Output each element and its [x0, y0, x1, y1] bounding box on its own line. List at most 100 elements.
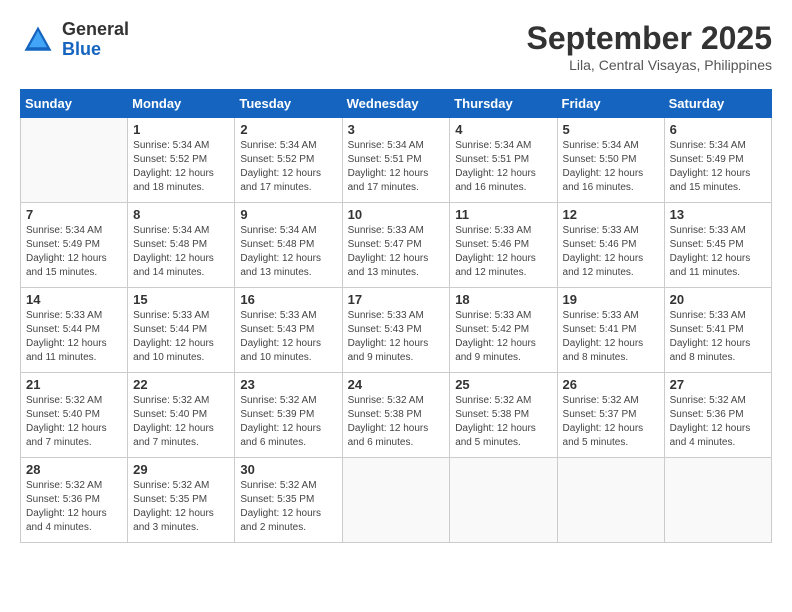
logo-text: General Blue	[62, 20, 129, 60]
day-info: Sunrise: 5:33 AM Sunset: 5:45 PM Dayligh…	[670, 224, 766, 280]
day-number: 18	[455, 292, 551, 307]
calendar-cell	[342, 458, 450, 543]
day-info: Sunrise: 5:33 AM Sunset: 5:44 PM Dayligh…	[26, 309, 122, 365]
day-info: Sunrise: 5:33 AM Sunset: 5:41 PM Dayligh…	[563, 309, 659, 365]
calendar-cell: 19 Sunrise: 5:33 AM Sunset: 5:41 PM Dayli…	[557, 288, 664, 373]
calendar-week-row: 28 Sunrise: 5:32 AM Sunset: 5:36 PM Dayli…	[21, 458, 772, 543]
day-number: 1	[133, 122, 229, 137]
day-number: 29	[133, 462, 229, 477]
title-block: September 2025 Lila, Central Visayas, Ph…	[527, 20, 772, 73]
calendar-cell	[664, 458, 771, 543]
calendar-cell: 14 Sunrise: 5:33 AM Sunset: 5:44 PM Dayli…	[21, 288, 128, 373]
day-number: 5	[563, 122, 659, 137]
logo: General Blue	[20, 20, 129, 60]
day-number: 2	[240, 122, 336, 137]
calendar-cell	[21, 118, 128, 203]
day-info: Sunrise: 5:32 AM Sunset: 5:38 PM Dayligh…	[348, 394, 445, 450]
calendar-week-row: 14 Sunrise: 5:33 AM Sunset: 5:44 PM Dayli…	[21, 288, 772, 373]
day-info: Sunrise: 5:33 AM Sunset: 5:46 PM Dayligh…	[563, 224, 659, 280]
weekday-header: Tuesday	[235, 90, 342, 118]
day-number: 6	[670, 122, 766, 137]
calendar-cell: 4 Sunrise: 5:34 AM Sunset: 5:51 PM Daylig…	[450, 118, 557, 203]
logo-icon	[20, 22, 56, 58]
calendar-cell: 21 Sunrise: 5:32 AM Sunset: 5:40 PM Dayli…	[21, 373, 128, 458]
day-info: Sunrise: 5:33 AM Sunset: 5:44 PM Dayligh…	[133, 309, 229, 365]
calendar-cell: 16 Sunrise: 5:33 AM Sunset: 5:43 PM Dayli…	[235, 288, 342, 373]
page-header: General Blue September 2025 Lila, Centra…	[20, 20, 772, 73]
day-number: 7	[26, 207, 122, 222]
calendar-cell: 5 Sunrise: 5:34 AM Sunset: 5:50 PM Daylig…	[557, 118, 664, 203]
day-info: Sunrise: 5:34 AM Sunset: 5:50 PM Dayligh…	[563, 139, 659, 195]
calendar-cell: 15Sunrise: 5:33 AM Sunset: 5:44 PM Dayli…	[128, 288, 235, 373]
calendar-cell: 23 Sunrise: 5:32 AM Sunset: 5:39 PM Dayli…	[235, 373, 342, 458]
day-info: Sunrise: 5:34 AM Sunset: 5:48 PM Dayligh…	[240, 224, 336, 280]
day-info: Sunrise: 5:32 AM Sunset: 5:40 PM Dayligh…	[133, 394, 229, 450]
calendar-cell: 29 Sunrise: 5:32 AM Sunset: 5:35 PM Dayli…	[128, 458, 235, 543]
day-info: Sunrise: 5:34 AM Sunset: 5:51 PM Dayligh…	[455, 139, 551, 195]
calendar-cell: 17Sunrise: 5:33 AM Sunset: 5:43 PM Dayli…	[342, 288, 450, 373]
calendar-cell: 20Sunrise: 5:33 AM Sunset: 5:41 PM Dayli…	[664, 288, 771, 373]
day-number: 9	[240, 207, 336, 222]
day-info: Sunrise: 5:32 AM Sunset: 5:35 PM Dayligh…	[133, 479, 229, 535]
day-info: Sunrise: 5:32 AM Sunset: 5:35 PM Dayligh…	[240, 479, 336, 535]
calendar-cell: 9 Sunrise: 5:34 AM Sunset: 5:48 PM Daylig…	[235, 203, 342, 288]
calendar-cell: 18Sunrise: 5:33 AM Sunset: 5:42 PM Dayli…	[450, 288, 557, 373]
day-number: 16	[240, 292, 336, 307]
day-number: 3	[348, 122, 445, 137]
weekday-header: Sunday	[21, 90, 128, 118]
day-number: 28	[26, 462, 122, 477]
calendar-cell: 12 Sunrise: 5:33 AM Sunset: 5:46 PM Dayli…	[557, 203, 664, 288]
calendar-cell: 6 Sunrise: 5:34 AM Sunset: 5:49 PM Daylig…	[664, 118, 771, 203]
calendar-cell: 8 Sunrise: 5:34 AM Sunset: 5:48 PM Daylig…	[128, 203, 235, 288]
day-info: Sunrise: 5:34 AM Sunset: 5:51 PM Dayligh…	[348, 139, 445, 195]
day-info: Sunrise: 5:34 AM Sunset: 5:48 PM Dayligh…	[133, 224, 229, 280]
day-number: 14	[26, 292, 122, 307]
calendar-cell: 24 Sunrise: 5:32 AM Sunset: 5:38 PM Dayli…	[342, 373, 450, 458]
day-number: 24	[348, 377, 445, 392]
day-info: Sunrise: 5:32 AM Sunset: 5:40 PM Dayligh…	[26, 394, 122, 450]
day-info: Sunrise: 5:33 AM Sunset: 5:47 PM Dayligh…	[348, 224, 445, 280]
day-info: Sunrise: 5:33 AM Sunset: 5:43 PM Dayligh…	[348, 309, 445, 365]
location-subtitle: Lila, Central Visayas, Philippines	[527, 57, 772, 73]
calendar-cell: 30 Sunrise: 5:32 AM Sunset: 5:35 PM Dayli…	[235, 458, 342, 543]
day-number: 26	[563, 377, 659, 392]
day-number: 4	[455, 122, 551, 137]
weekday-header: Wednesday	[342, 90, 450, 118]
day-info: Sunrise: 5:34 AM Sunset: 5:52 PM Dayligh…	[133, 139, 229, 195]
day-number: 11	[455, 207, 551, 222]
day-number: 20	[670, 292, 766, 307]
day-info: Sunrise: 5:32 AM Sunset: 5:36 PM Dayligh…	[26, 479, 122, 535]
weekday-header: Monday	[128, 90, 235, 118]
weekday-header: Thursday	[450, 90, 557, 118]
day-info: Sunrise: 5:32 AM Sunset: 5:39 PM Dayligh…	[240, 394, 336, 450]
weekday-header: Saturday	[664, 90, 771, 118]
calendar-cell	[450, 458, 557, 543]
calendar-cell: 13Sunrise: 5:33 AM Sunset: 5:45 PM Dayli…	[664, 203, 771, 288]
day-info: Sunrise: 5:32 AM Sunset: 5:36 PM Dayligh…	[670, 394, 766, 450]
calendar-cell: 2 Sunrise: 5:34 AM Sunset: 5:52 PM Daylig…	[235, 118, 342, 203]
calendar-cell: 27 Sunrise: 5:32 AM Sunset: 5:36 PM Dayli…	[664, 373, 771, 458]
day-info: Sunrise: 5:32 AM Sunset: 5:38 PM Dayligh…	[455, 394, 551, 450]
calendar-cell: 3 Sunrise: 5:34 AM Sunset: 5:51 PM Daylig…	[342, 118, 450, 203]
calendar-cell: 11Sunrise: 5:33 AM Sunset: 5:46 PM Dayli…	[450, 203, 557, 288]
day-number: 23	[240, 377, 336, 392]
day-number: 8	[133, 207, 229, 222]
day-number: 19	[563, 292, 659, 307]
calendar-cell	[557, 458, 664, 543]
day-number: 30	[240, 462, 336, 477]
day-number: 12	[563, 207, 659, 222]
calendar-cell: 1 Sunrise: 5:34 AM Sunset: 5:52 PM Daylig…	[128, 118, 235, 203]
day-number: 27	[670, 377, 766, 392]
month-title: September 2025	[527, 20, 772, 57]
calendar-cell: 25Sunrise: 5:32 AM Sunset: 5:38 PM Dayli…	[450, 373, 557, 458]
weekday-header: Friday	[557, 90, 664, 118]
calendar-header-row: SundayMondayTuesdayWednesdayThursdayFrid…	[21, 90, 772, 118]
logo-general: General	[62, 19, 129, 39]
calendar-week-row: 1 Sunrise: 5:34 AM Sunset: 5:52 PM Daylig…	[21, 118, 772, 203]
day-info: Sunrise: 5:34 AM Sunset: 5:52 PM Dayligh…	[240, 139, 336, 195]
day-info: Sunrise: 5:34 AM Sunset: 5:49 PM Dayligh…	[26, 224, 122, 280]
day-info: Sunrise: 5:33 AM Sunset: 5:43 PM Dayligh…	[240, 309, 336, 365]
day-number: 21	[26, 377, 122, 392]
day-number: 22	[133, 377, 229, 392]
day-info: Sunrise: 5:34 AM Sunset: 5:49 PM Dayligh…	[670, 139, 766, 195]
